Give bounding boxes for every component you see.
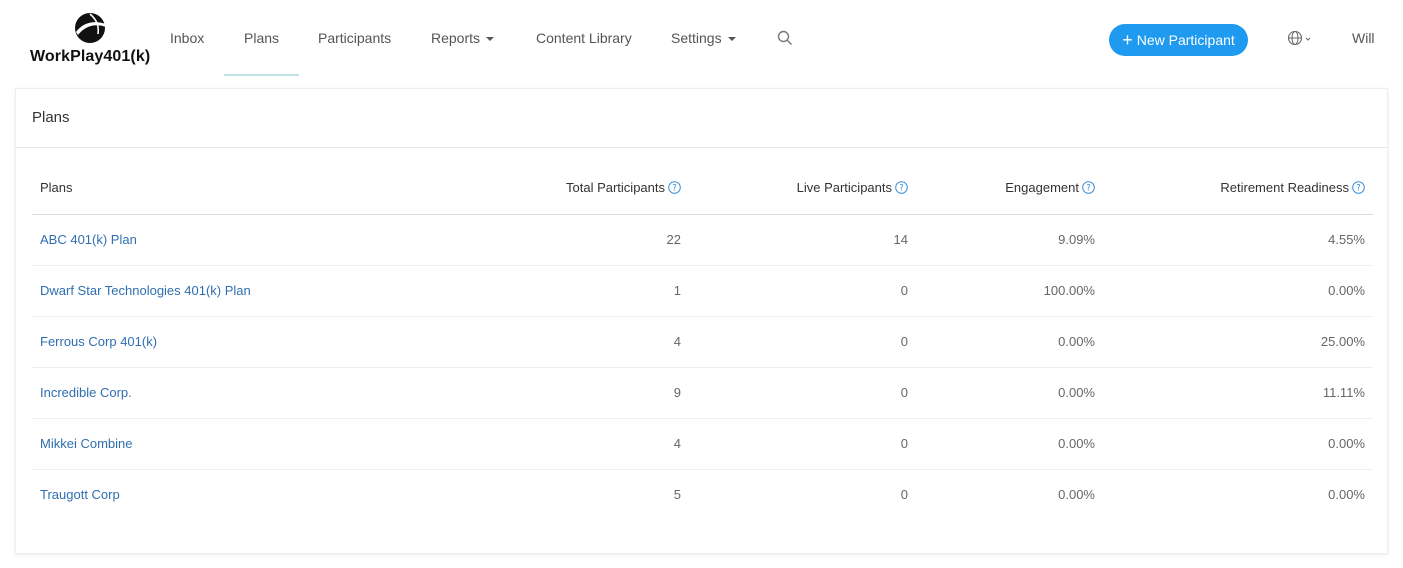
- plan-link[interactable]: Incredible Corp.: [40, 385, 132, 400]
- header-engagement[interactable]: Engagement?: [908, 162, 1095, 215]
- table-row: Incredible Corp. 9 0 0.00% 11.11%: [32, 367, 1373, 419]
- cell-live: 14: [681, 214, 908, 266]
- panel-title: Plans: [16, 89, 1387, 148]
- user-menu[interactable]: Will: [1352, 0, 1375, 76]
- cell-readiness: 4.55%: [1095, 214, 1373, 266]
- cell-plan-name: Incredible Corp.: [32, 367, 454, 419]
- help-circle-icon[interactable]: ?: [668, 181, 681, 195]
- cell-readiness: 0.00%: [1328, 487, 1365, 503]
- cell-total: 4: [454, 418, 681, 470]
- new-participant-button[interactable]: + New Participant: [1109, 24, 1248, 56]
- header-total-participants[interactable]: Total Participants?: [454, 162, 681, 215]
- header-total-label: Total Participants: [566, 180, 665, 196]
- plans-table: Plans Total Participants? Live Participa…: [32, 162, 1373, 520]
- svg-text:?: ?: [672, 184, 677, 194]
- svg-text:?: ?: [1356, 184, 1361, 194]
- nav-reports[interactable]: Reports: [431, 0, 495, 76]
- help-circle-icon[interactable]: ?: [1352, 181, 1365, 195]
- cell-plan-name: Mikkei Combine: [32, 418, 454, 470]
- cell-total: 1: [454, 265, 681, 317]
- cell-live: 0: [681, 367, 908, 419]
- plan-link[interactable]: Mikkei Combine: [40, 436, 132, 451]
- table-row: Dwarf Star Technologies 401(k) Plan 1 0 …: [32, 265, 1373, 317]
- cell-readiness: 0.00%: [1095, 265, 1373, 317]
- cell-readiness: 0.00%: [1095, 418, 1373, 470]
- table-row: Mikkei Combine 4 0 0.00% 0.00%: [32, 418, 1373, 470]
- nav-content-library[interactable]: Content Library: [536, 0, 632, 76]
- cell-engagement: 0.00%: [908, 316, 1095, 368]
- plan-link[interactable]: Ferrous Corp 401(k): [40, 334, 157, 349]
- cell-engagement: 0.00%: [908, 367, 1095, 419]
- cell-engagement: 0.00%: [1058, 487, 1095, 503]
- help-circle-icon[interactable]: ?: [1082, 181, 1095, 195]
- plans-panel: Plans Plans Total Participants? Live Par…: [15, 88, 1388, 554]
- cell-plan-name: ABC 401(k) Plan: [32, 214, 454, 266]
- nav-settings-label: Settings: [671, 30, 722, 46]
- caret-down-icon: [727, 37, 736, 42]
- cell-plan-name: Dwarf Star Technologies 401(k) Plan: [32, 265, 454, 317]
- plan-link[interactable]: ABC 401(k) Plan: [40, 232, 137, 247]
- plan-link[interactable]: Traugott Corp: [40, 487, 120, 502]
- header-live-label: Live Participants: [796, 180, 892, 196]
- header-plans[interactable]: Plans: [32, 162, 454, 215]
- cell-total: 22: [454, 214, 681, 266]
- brand-name: WorkPlay401(k): [30, 48, 151, 65]
- nav-settings[interactable]: Settings: [671, 0, 736, 76]
- cell-live: 0: [681, 265, 908, 317]
- cell-readiness: 25.00%: [1095, 316, 1373, 368]
- header-engagement-label: Engagement: [1005, 180, 1079, 196]
- nav-reports-label: Reports: [431, 30, 481, 46]
- cell-engagement: 9.09%: [908, 214, 1095, 266]
- cell-plan-name: Ferrous Corp 401(k): [32, 316, 454, 368]
- caret-down-icon: [486, 37, 495, 42]
- header-readiness-label: Retirement Readiness: [1220, 180, 1349, 196]
- cell-plan-name: Traugott Corp: [32, 469, 454, 520]
- plus-icon: +: [1122, 30, 1133, 50]
- brand-logo-icon: [75, 13, 106, 43]
- nav-participants[interactable]: Participants: [318, 0, 391, 76]
- table-header-row: Plans Total Participants? Live Participa…: [32, 162, 1373, 215]
- search-icon[interactable]: [777, 30, 793, 46]
- nav-plans[interactable]: Plans: [223, 0, 300, 76]
- header-retirement-readiness[interactable]: Retirement Readiness?: [1095, 162, 1373, 215]
- help-circle-icon[interactable]: ?: [895, 181, 908, 195]
- cell-live: 0: [900, 487, 908, 503]
- new-participant-label: New Participant: [1136, 32, 1235, 48]
- cell-readiness: 11.11%: [1095, 367, 1373, 419]
- header-plans-label: Plans: [40, 180, 73, 196]
- cell-live: 0: [681, 316, 908, 368]
- cell-total: 5: [673, 487, 681, 503]
- table-row: ABC 401(k) Plan 22 14 9.09% 4.55%: [32, 214, 1373, 266]
- svg-text:?: ?: [899, 184, 904, 194]
- cell-live: 0: [681, 418, 908, 470]
- top-navbar: WorkPlay401(k) Inbox Plans Participants …: [0, 0, 1403, 76]
- header-live-participants[interactable]: Live Participants?: [681, 162, 908, 215]
- cell-engagement: 0.00%: [908, 418, 1095, 470]
- table-row: Traugott Corp 5 0 0.00% 0.00%: [32, 469, 1373, 520]
- cell-engagement: 100.00%: [908, 265, 1095, 317]
- nav-inbox[interactable]: Inbox: [170, 0, 204, 76]
- cell-total: 9: [454, 367, 681, 419]
- svg-text:?: ?: [1086, 184, 1091, 194]
- cell-total: 4: [454, 316, 681, 368]
- globe-icon[interactable]: [1287, 30, 1313, 46]
- table-row: Ferrous Corp 401(k) 4 0 0.00% 25.00%: [32, 316, 1373, 368]
- plan-link[interactable]: Dwarf Star Technologies 401(k) Plan: [40, 283, 251, 298]
- brand[interactable]: WorkPlay401(k): [30, 12, 152, 68]
